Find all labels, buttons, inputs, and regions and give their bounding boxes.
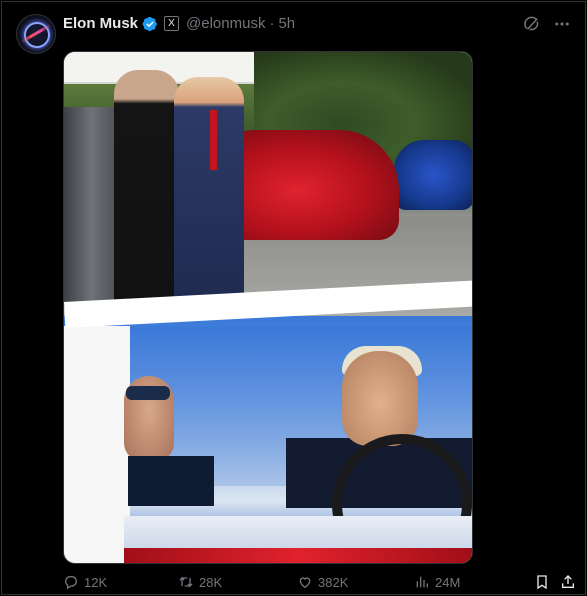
- photo-person-left: [114, 70, 179, 310]
- photo-blue-car: [394, 140, 472, 210]
- analytics-icon: [416, 576, 428, 588]
- media-photo-bottom[interactable]: [64, 316, 472, 563]
- bookmark-icon: [537, 575, 547, 590]
- separator-dot: ·: [269, 15, 275, 32]
- share-button[interactable]: [560, 574, 576, 590]
- heart-icon: [299, 577, 311, 589]
- repost-count: 28K: [199, 574, 223, 590]
- post-header: Elon Musk X @elonmusk · 5h: [16, 12, 571, 54]
- post-timestamp[interactable]: 5h: [278, 15, 295, 32]
- affiliate-badge-icon[interactable]: X: [164, 16, 180, 31]
- verified-badge-icon[interactable]: [142, 16, 158, 32]
- like-button[interactable]: 382K: [297, 574, 348, 590]
- author-handle[interactable]: @elonmusk: [186, 15, 265, 32]
- views-button[interactable]: 24M: [414, 574, 460, 590]
- photo-red-tie: [210, 110, 217, 170]
- photo-cybertruck: [64, 107, 119, 307]
- photo-driver-face: [342, 351, 418, 446]
- photo-white-sleeve: [64, 326, 130, 563]
- grok-icon[interactable]: [523, 15, 541, 33]
- like-count: 382K: [318, 574, 349, 590]
- photo-sunglasses: [126, 386, 170, 400]
- repost-button[interactable]: 28K: [178, 574, 222, 590]
- reply-icon: [65, 576, 77, 590]
- post-container: Elon Musk X @elonmusk · 5h 12K 28K 382K …: [1, 1, 586, 595]
- more-icon[interactable]: [553, 15, 571, 33]
- share-icon: [562, 575, 574, 588]
- views-count: 24M: [435, 574, 461, 590]
- reply-count: 12K: [84, 574, 108, 590]
- media-photo-top[interactable]: [64, 52, 472, 317]
- post-media[interactable]: [63, 51, 473, 564]
- photo-red-hood: [124, 548, 472, 563]
- avatar[interactable]: [16, 14, 56, 54]
- photo-person-right: [174, 77, 244, 309]
- action-bar: 12K 28K 382K 24M: [63, 574, 577, 596]
- bookmark-button[interactable]: [534, 574, 550, 590]
- reply-button[interactable]: 12K: [63, 574, 107, 590]
- display-name[interactable]: Elon Musk: [63, 15, 138, 32]
- photo-passenger-body: [128, 456, 214, 506]
- repost-icon: [179, 576, 193, 588]
- author-row: Elon Musk X @elonmusk · 5h: [63, 15, 295, 32]
